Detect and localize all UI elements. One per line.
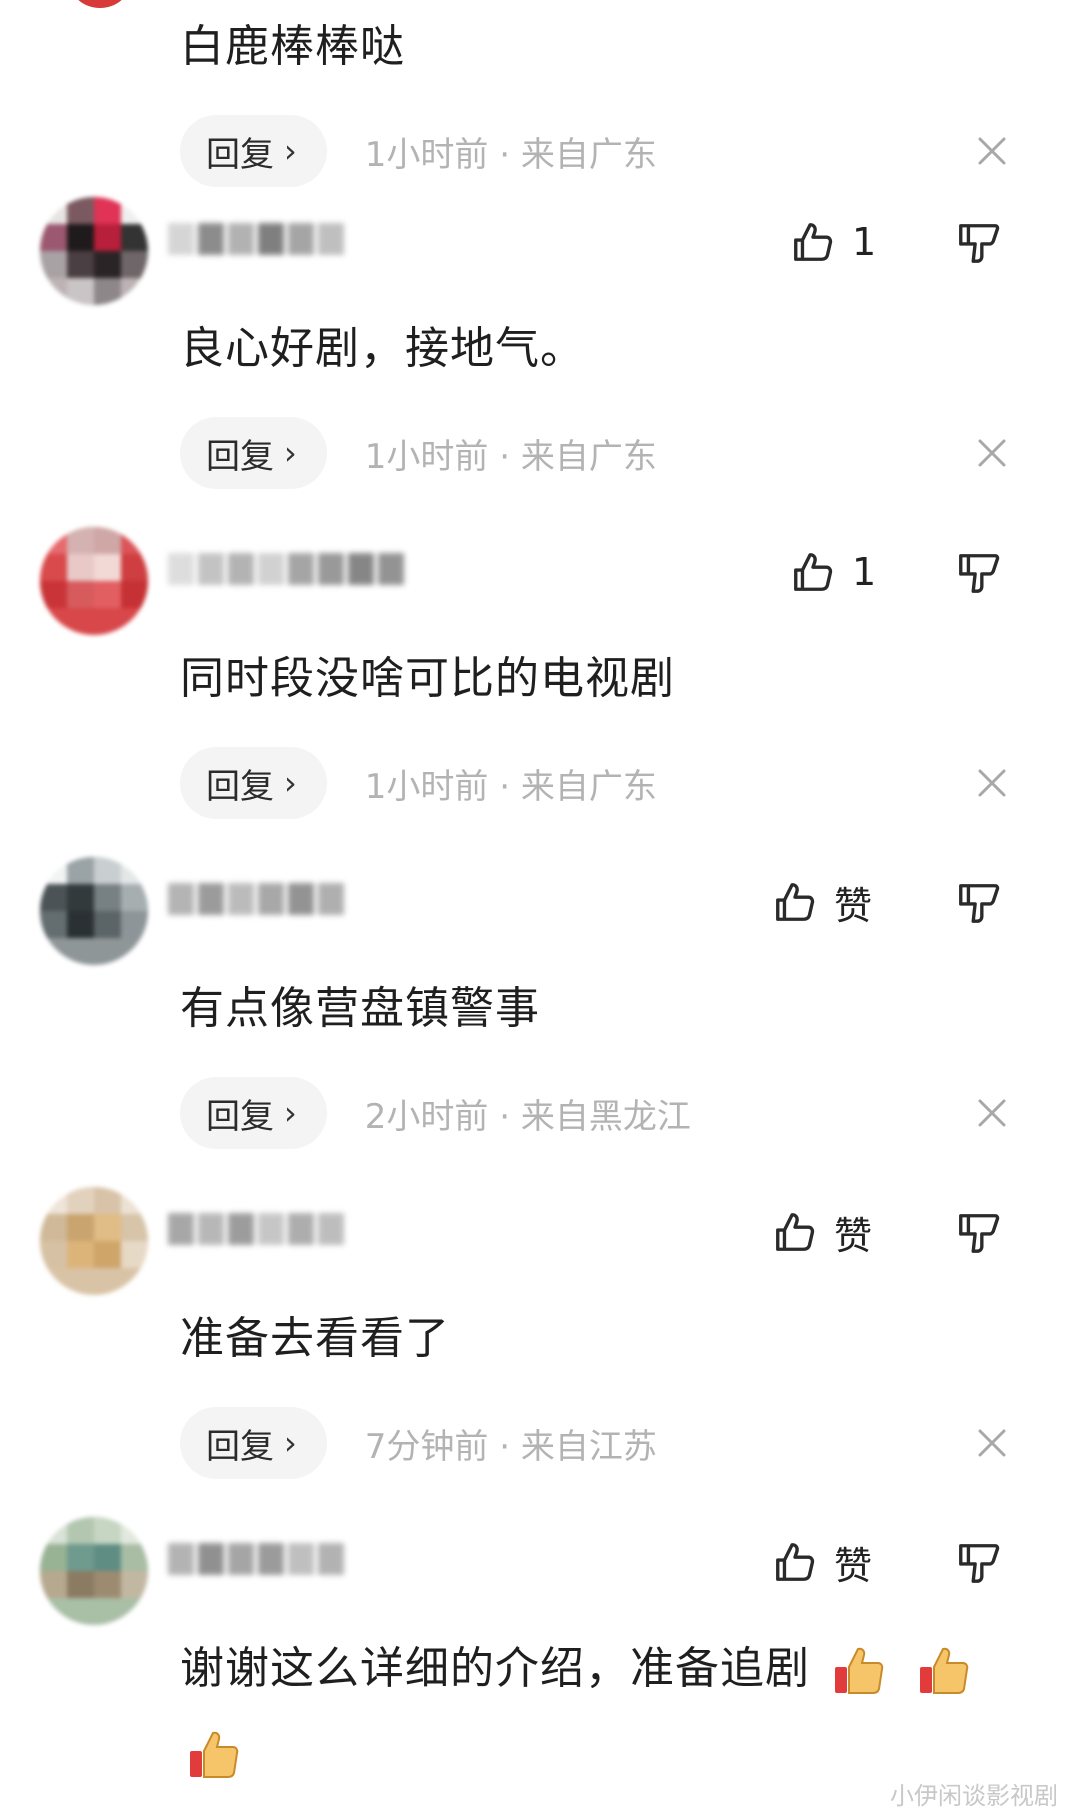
close-icon[interactable] xyxy=(972,131,1012,171)
close-icon[interactable] xyxy=(972,763,1012,803)
thumbs-up-outline-icon xyxy=(776,883,815,921)
thumbs-up-emoji-icon xyxy=(835,1647,884,1694)
comment-meta-row: 回复 › 1小时前 · 来自广东 xyxy=(180,115,657,187)
comment-time-location: 1小时前 · 来自广东 xyxy=(364,134,657,175)
thumbs-down-outline-icon[interactable] xyxy=(955,1210,1001,1256)
like-label: 赞 xyxy=(834,883,873,928)
comment-meta-row: 回复 › 7分钟前 · 来自江苏 xyxy=(180,1407,657,1479)
username-blurred[interactable] xyxy=(168,1537,398,1583)
thumbs-down-outline-icon[interactable] xyxy=(955,880,1001,926)
like-button[interactable]: 赞 xyxy=(772,877,873,928)
avatar[interactable] xyxy=(40,1517,148,1625)
like-button[interactable]: 1 xyxy=(790,547,876,597)
avatar[interactable] xyxy=(40,1187,148,1295)
comment-text: 同时段没啥可比的电视剧 xyxy=(180,653,675,704)
comment-item: 1 良心好剧，接地气。 回复 › 1小时前 · 来自广东 xyxy=(0,197,1066,527)
reply-button[interactable]: 回复 › xyxy=(180,115,327,187)
avatar[interactable] xyxy=(40,197,148,305)
thumbs-up-outline-icon xyxy=(776,1543,815,1581)
chevron-right-icon: › xyxy=(284,132,297,170)
comment-item: 1 同时段没啥可比的电视剧 回复 › 1小时前 · 来自广东 xyxy=(0,527,1066,857)
thumbs-up-outline-icon xyxy=(776,1213,815,1251)
comment-item: 白鹿棒棒哒 回复 › 1小时前 · 来自广东 xyxy=(0,0,1066,225)
reply-button[interactable]: 回复 › xyxy=(180,747,327,819)
like-label: 赞 xyxy=(834,1213,873,1258)
like-label: 赞 xyxy=(834,1543,873,1588)
chevron-right-icon: › xyxy=(284,1424,297,1462)
thumbs-down-outline-icon[interactable] xyxy=(955,1540,1001,1586)
comment-item: 赞 谢谢这么详细的介绍，准备追剧 xyxy=(0,1517,1066,1817)
comment-time-location: 2小时前 · 来自黑龙江 xyxy=(364,1096,691,1137)
thumbs-up-outline-icon xyxy=(794,553,833,591)
username-blurred[interactable] xyxy=(168,547,438,593)
close-icon[interactable] xyxy=(972,433,1012,473)
thumbs-up-emoji-icon xyxy=(190,1731,239,1778)
like-count: 1 xyxy=(852,220,877,264)
reply-label: 回复 xyxy=(206,436,274,477)
username-blurred[interactable] xyxy=(168,217,398,263)
close-icon[interactable] xyxy=(972,1093,1012,1133)
like-button[interactable]: 赞 xyxy=(772,1207,873,1258)
watermark: 小伊闲谈影视剧 xyxy=(890,1782,1058,1810)
comment-text: 良心好剧，接地气。 xyxy=(180,323,585,374)
avatar[interactable] xyxy=(40,857,148,965)
chevron-right-icon: › xyxy=(284,1094,297,1132)
chevron-right-icon: › xyxy=(284,764,297,802)
comment-text: 谢谢这么详细的介绍，准备追剧 xyxy=(180,1632,972,1699)
reply-button[interactable]: 回复 › xyxy=(180,1077,327,1149)
like-button[interactable]: 1 xyxy=(790,217,876,267)
comment-item: 赞 准备去看看了 回复 › 7分钟前 · 来自江苏 xyxy=(0,1187,1066,1517)
reply-label: 回复 xyxy=(206,766,274,807)
reply-label: 回复 xyxy=(206,1096,274,1137)
comment-text: 准备去看看了 xyxy=(180,1313,450,1364)
thumbs-up-emoji-icon xyxy=(920,1647,969,1694)
reply-label: 回复 xyxy=(206,134,274,175)
reply-label: 回复 xyxy=(206,1426,274,1467)
comment-text-body: 谢谢这么详细的介绍，准备追剧 xyxy=(180,1643,810,1694)
username-blurred[interactable] xyxy=(168,877,398,923)
reply-button[interactable]: 回复 › xyxy=(180,417,327,489)
like-count: 1 xyxy=(852,550,877,594)
thumbs-down-outline-icon[interactable] xyxy=(955,550,1001,596)
thumbs-down-outline-icon[interactable] xyxy=(955,220,1001,266)
comment-text: 白鹿棒棒哒 xyxy=(180,21,405,72)
comment-meta-row: 回复 › 2小时前 · 来自黑龙江 xyxy=(180,1077,691,1149)
reply-button[interactable]: 回复 › xyxy=(180,1407,327,1479)
thumbs-up-outline-icon xyxy=(794,223,833,261)
comment-time-location: 7分钟前 · 来自江苏 xyxy=(364,1426,657,1467)
comment-text: 有点像营盘镇警事 xyxy=(180,983,540,1034)
comment-time-location: 1小时前 · 来自广东 xyxy=(364,436,657,477)
chevron-right-icon: › xyxy=(284,434,297,472)
avatar[interactable] xyxy=(40,527,148,635)
comment-time-location: 1小时前 · 来自广东 xyxy=(364,766,657,807)
username-blurred[interactable] xyxy=(168,1207,398,1253)
comment-meta-row: 回复 › 1小时前 · 来自广东 xyxy=(180,417,657,489)
close-icon[interactable] xyxy=(972,1423,1012,1463)
comment-meta-row: 回复 › 1小时前 · 来自广东 xyxy=(180,747,657,819)
comment-item: 赞 有点像营盘镇警事 回复 › 2小时前 · 来自黑龙江 xyxy=(0,857,1066,1187)
like-button[interactable]: 赞 xyxy=(772,1537,873,1588)
